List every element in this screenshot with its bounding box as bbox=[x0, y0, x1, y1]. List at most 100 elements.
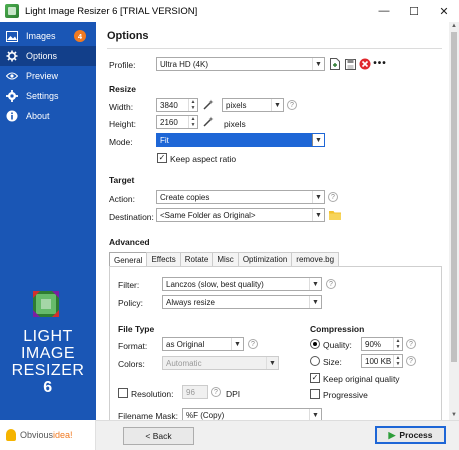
help-icon[interactable]: ? bbox=[406, 356, 416, 366]
process-label: Process bbox=[399, 430, 433, 440]
lightbulb-icon bbox=[6, 429, 16, 441]
settings-icon bbox=[6, 90, 18, 102]
logo-line-3: RESIZER bbox=[11, 362, 85, 379]
vertical-scrollbar[interactable]: ▲ ▼ bbox=[449, 22, 459, 420]
resolution-label: Resolution: bbox=[131, 389, 174, 399]
quality-radio[interactable] bbox=[310, 339, 320, 349]
sidebar-item-images[interactable]: Images 4 bbox=[0, 26, 96, 46]
maximize-button[interactable]: ☐ bbox=[399, 0, 429, 22]
sidebar-item-label: Images bbox=[26, 31, 56, 41]
filter-select[interactable]: Lanczos (slow, best quality) ▼ bbox=[162, 277, 322, 291]
action-value: Create copies bbox=[160, 192, 210, 202]
scroll-down-icon[interactable]: ▼ bbox=[449, 411, 459, 420]
action-select[interactable]: Create copies ▼ bbox=[156, 190, 325, 204]
quality-input[interactable]: 90% ▲ ▼ bbox=[361, 337, 403, 351]
resolution-checkbox[interactable] bbox=[118, 388, 128, 398]
keep-original-quality-checkbox[interactable]: ✓ bbox=[310, 373, 320, 383]
magic-wand-icon[interactable] bbox=[202, 116, 214, 128]
profile-label: Profile: bbox=[109, 60, 136, 70]
scroll-thumb[interactable] bbox=[451, 32, 457, 362]
new-profile-icon[interactable] bbox=[329, 58, 341, 70]
logo-line-2: IMAGE bbox=[20, 345, 76, 362]
height-unit-label: pixels bbox=[224, 119, 246, 129]
quality-spinner[interactable]: ▲ ▼ bbox=[393, 338, 402, 350]
more-icon[interactable]: ••• bbox=[373, 57, 386, 69]
play-icon: ▶ bbox=[388, 429, 396, 440]
images-count-badge: 4 bbox=[74, 30, 86, 42]
dpi-label: DPI bbox=[226, 389, 241, 399]
logo-line-4: 6 bbox=[43, 379, 53, 396]
delete-icon[interactable] bbox=[359, 58, 371, 70]
quality-value: 90% bbox=[365, 339, 382, 349]
tab-effects[interactable]: Effects bbox=[146, 252, 181, 266]
help-icon[interactable]: ? bbox=[287, 100, 297, 110]
vendor-logo[interactable]: Obvious idea! bbox=[0, 420, 96, 450]
resolution-input[interactable]: 96 bbox=[182, 385, 208, 399]
folder-icon[interactable] bbox=[329, 209, 341, 221]
divider bbox=[107, 48, 442, 49]
sidebar-item-options[interactable]: Options bbox=[0, 46, 96, 66]
unit-select[interactable]: pixels ▼ bbox=[222, 98, 284, 112]
help-icon[interactable]: ? bbox=[326, 279, 336, 289]
mode-select[interactable]: Fit ▼ bbox=[156, 133, 325, 147]
keep-aspect-checkbox[interactable]: ✓ bbox=[157, 153, 167, 163]
height-spinner[interactable]: ▲ ▼ bbox=[188, 116, 197, 128]
eye-icon bbox=[6, 70, 18, 82]
help-icon[interactable]: ? bbox=[211, 387, 221, 397]
sidebar-item-preview[interactable]: Preview bbox=[0, 66, 96, 86]
resize-section-title: Resize bbox=[109, 84, 136, 94]
advanced-section-title: Advanced bbox=[109, 237, 150, 247]
size-spinner[interactable]: ▲ ▼ bbox=[393, 355, 402, 367]
sidebar-item-about[interactable]: About bbox=[0, 106, 96, 126]
back-button[interactable]: < Back bbox=[123, 427, 194, 445]
progressive-checkbox[interactable] bbox=[310, 389, 320, 399]
window-title: Light Image Resizer 6 [TRIAL VERSION] bbox=[25, 5, 198, 17]
width-label: Width: bbox=[109, 102, 134, 112]
logo-line-1: LIGHT bbox=[23, 328, 73, 345]
process-button[interactable]: ▶ Process bbox=[375, 426, 446, 444]
page-title: Options bbox=[107, 30, 149, 42]
compression-section-title: Compression bbox=[310, 324, 365, 334]
tab-rotate[interactable]: Rotate bbox=[179, 252, 214, 266]
sidebar-item-label: Settings bbox=[26, 91, 59, 101]
scroll-up-icon[interactable]: ▲ bbox=[449, 22, 459, 31]
colors-label: Colors: bbox=[118, 359, 145, 369]
magic-wand-icon[interactable] bbox=[202, 99, 214, 111]
close-button[interactable]: ✕ bbox=[429, 0, 459, 22]
chevron-down-icon: ▼ bbox=[312, 209, 324, 221]
vendor-name-prefix: Obvious bbox=[20, 430, 54, 440]
profile-select[interactable]: Ultra HD (4K) ▼ bbox=[156, 57, 325, 71]
minimize-button[interactable]: — bbox=[369, 0, 399, 22]
size-radio[interactable] bbox=[310, 356, 320, 366]
sidebar-item-settings[interactable]: Settings bbox=[0, 86, 96, 106]
keep-aspect-label: Keep aspect ratio bbox=[170, 154, 237, 164]
format-label: Format: bbox=[118, 341, 148, 351]
format-select[interactable]: as Original ▼ bbox=[162, 337, 244, 351]
width-spinner[interactable]: ▲ ▼ bbox=[188, 99, 197, 111]
product-logo-icon bbox=[30, 288, 62, 320]
tab-optimization[interactable]: Optimization bbox=[237, 252, 293, 266]
policy-value: Always resize bbox=[166, 297, 215, 307]
help-icon[interactable]: ? bbox=[406, 339, 416, 349]
save-icon[interactable] bbox=[344, 58, 356, 70]
tab-misc[interactable]: Misc bbox=[212, 252, 239, 266]
sidebar-item-label: About bbox=[26, 111, 50, 121]
policy-select[interactable]: Always resize ▼ bbox=[162, 295, 322, 309]
size-value: 100 KB bbox=[365, 356, 392, 366]
vendor-name-suffix: idea! bbox=[53, 430, 73, 440]
height-input[interactable]: 2160 ▲ ▼ bbox=[156, 115, 198, 129]
options-panel: Options Profile: Ultra HD (4K) ▼ ••• Res… bbox=[96, 22, 449, 422]
destination-select[interactable]: <Same Folder as Original> ▼ bbox=[156, 208, 325, 222]
help-icon[interactable]: ? bbox=[248, 339, 258, 349]
width-input[interactable]: 3840 ▲ ▼ bbox=[156, 98, 198, 112]
height-value: 2160 bbox=[160, 117, 178, 127]
size-input[interactable]: 100 KB ▲ ▼ bbox=[361, 354, 403, 368]
filename-mask-value: %F (Copy) bbox=[186, 410, 225, 420]
tab-general[interactable]: General bbox=[109, 252, 148, 267]
help-icon[interactable]: ? bbox=[328, 192, 338, 202]
sidebar-item-label: Options bbox=[26, 51, 58, 61]
filter-label: Filter: bbox=[118, 280, 140, 290]
tab-remove-bg[interactable]: remove.bg bbox=[291, 252, 340, 266]
colors-select[interactable]: Automatic ▼ bbox=[162, 356, 279, 370]
advanced-tabs: General Effects Rotate Misc Optimization… bbox=[109, 252, 340, 267]
